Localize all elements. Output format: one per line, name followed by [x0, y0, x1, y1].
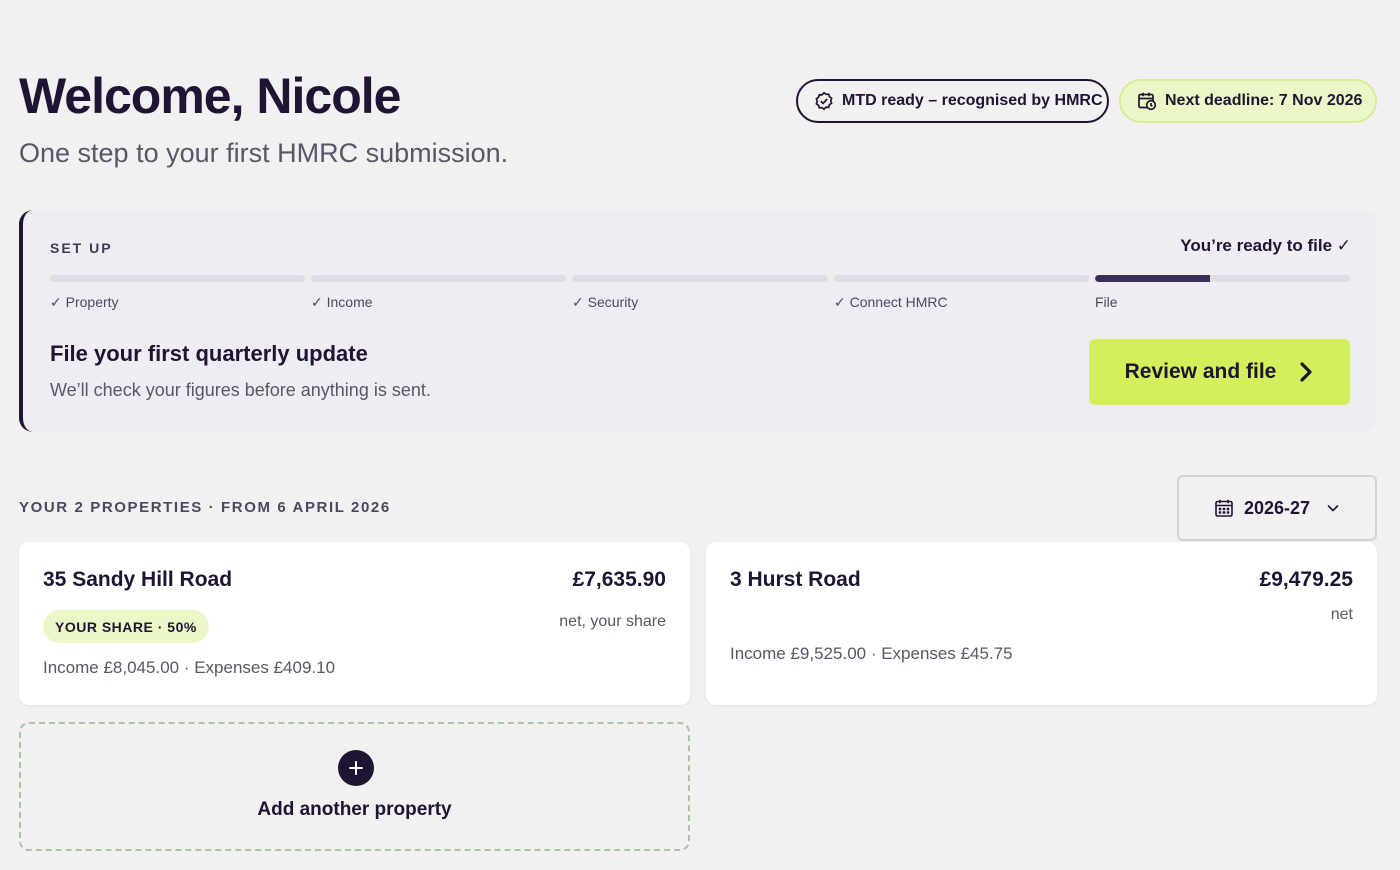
ownership-share-badge: YOUR SHARE · 50% [43, 610, 209, 643]
step-label-property: ✓ Property [50, 294, 119, 310]
property-net-amount: £9,479.25 [1259, 568, 1353, 591]
progress-segment-income [311, 275, 566, 282]
properties-section-label: YOUR 2 PROPERTIES · FROM 6 APRIL 2026 [19, 499, 391, 516]
property-card[interactable]: 3 Hurst Road £9,479.25 net Income £9,525… [706, 542, 1377, 705]
check-badge-icon [815, 91, 833, 111]
page-subtitle: One step to your first HMRC submission. [19, 138, 509, 168]
progress-segment-file [1095, 275, 1350, 282]
step-label-connect-hmrc: ✓ Connect HMRC [834, 294, 948, 310]
property-name: 3 Hurst Road [730, 568, 861, 591]
review-and-file-button[interactable]: Review and file [1089, 339, 1350, 405]
tax-year-value: 2026-27 [1243, 497, 1311, 518]
property-name: 35 Sandy Hill Road [43, 568, 233, 591]
property-net-note: net, your share [559, 613, 666, 630]
calendar-icon [1215, 499, 1233, 517]
page-title: Welcome, Nicole [19, 68, 401, 124]
step-label-security: ✓ Security [572, 294, 639, 310]
add-property-button[interactable]: Add another property [19, 722, 690, 851]
calendar-clock-icon [1138, 92, 1157, 111]
property-net-amount: £7,635.90 [572, 568, 666, 591]
setup-label: SET UP [50, 240, 113, 256]
plus-icon [338, 750, 374, 786]
deadline-badge: Next deadline: 7 Nov 2026 [1119, 79, 1377, 123]
add-property-label: Add another property [257, 799, 452, 820]
mtd-ready-badge: MTD ready – recognised by HMRC [796, 79, 1109, 123]
tax-year-select[interactable]: 2026-27 [1177, 475, 1377, 541]
property-income-expenses: Income £9,525.00 · Expenses £45.75 [730, 644, 1013, 663]
setup-description: We’ll check your figures before anything… [50, 380, 431, 400]
property-net-note: net [1330, 606, 1353, 623]
progress-segment-property [50, 275, 305, 282]
setup-heading: File your first quarterly update [50, 341, 368, 366]
progress-segment-connect-hmrc [834, 275, 1089, 282]
setup-status: You’re ready to file ✓ [1180, 236, 1351, 255]
step-label-income: ✓ Income [311, 294, 373, 310]
step-label-file: File [1095, 294, 1118, 310]
chevron-down-icon [1327, 505, 1339, 512]
property-card[interactable]: 35 Sandy Hill Road £7,635.90 net, your s… [19, 542, 690, 705]
progress-segment-security [572, 275, 828, 282]
deadline-label: Next deadline: 7 Nov 2026 [1165, 92, 1363, 109]
chevron-right-icon [1300, 362, 1312, 382]
mtd-ready-label: MTD ready – recognised by HMRC [842, 92, 1103, 109]
property-income-expenses: Income £8,045.00 · Expenses £409.10 [43, 658, 336, 677]
review-and-file-label: Review and file [1124, 360, 1277, 383]
